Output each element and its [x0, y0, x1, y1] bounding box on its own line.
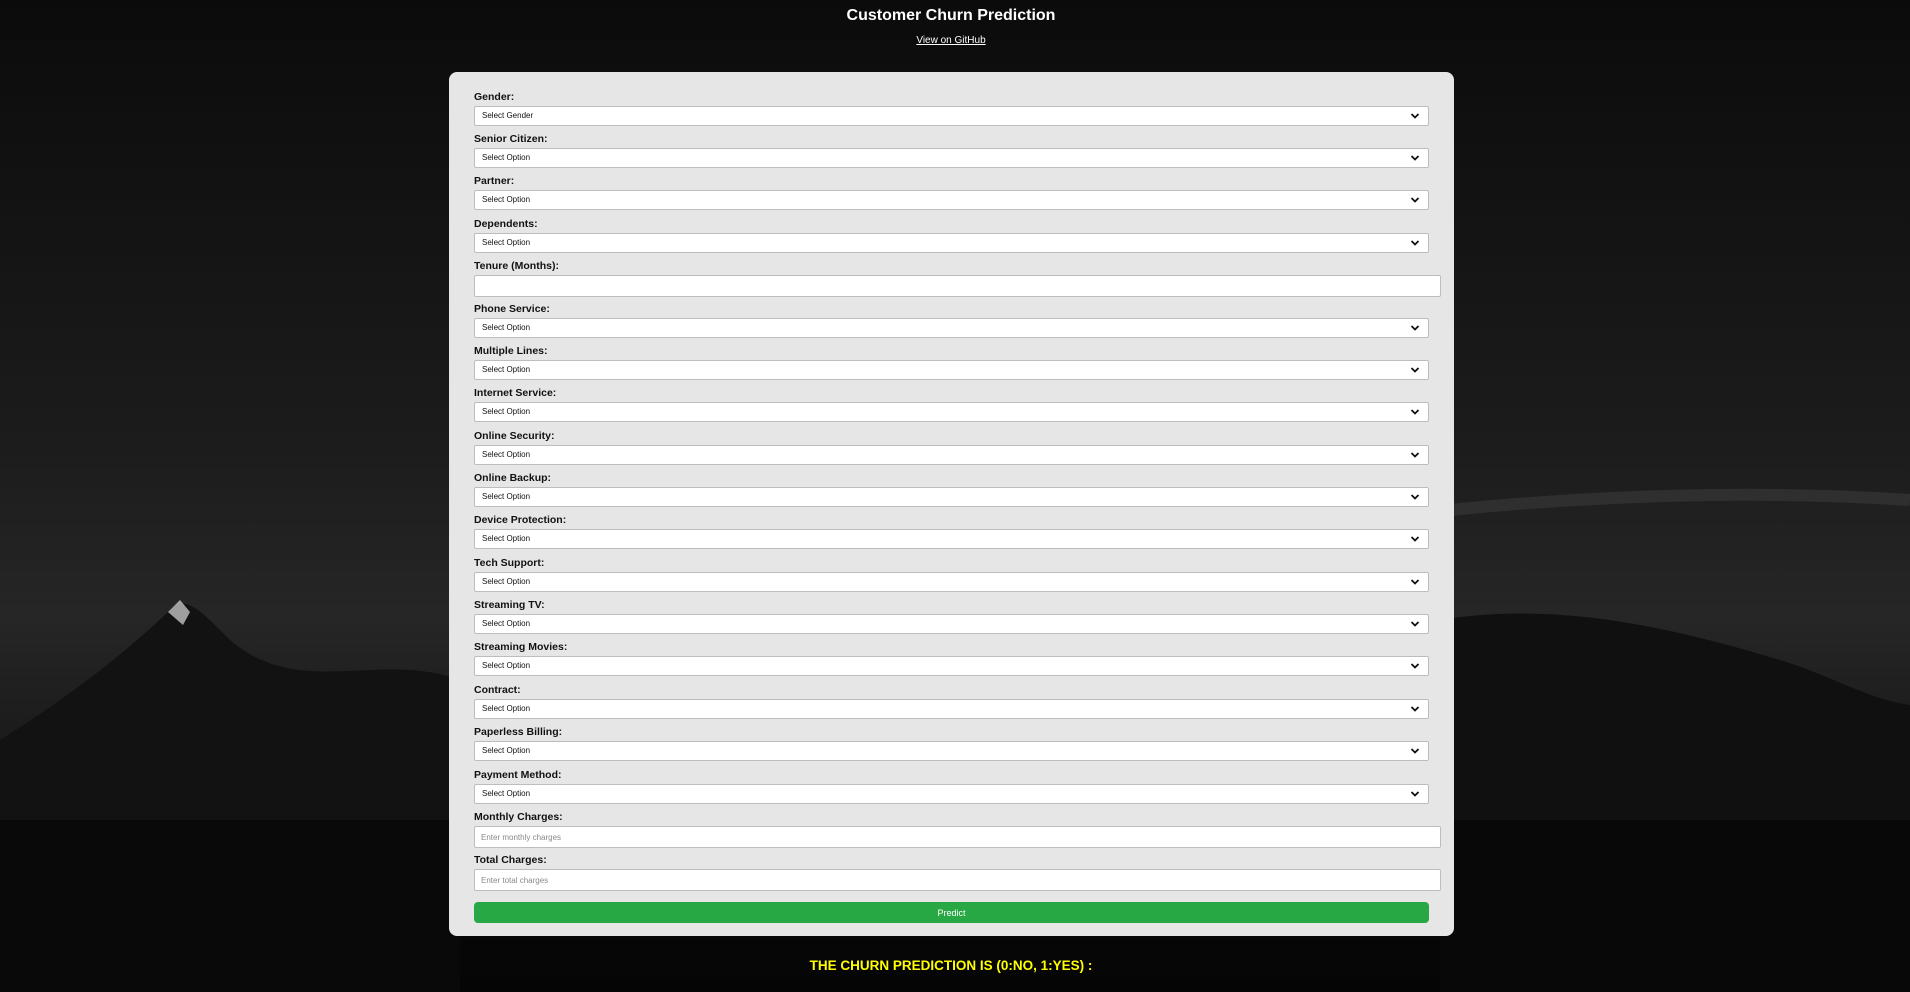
chevron-down-icon — [1410, 706, 1420, 712]
field-internet-service: Internet Service: Select Option — [474, 386, 1429, 422]
field-label: Contract: — [474, 684, 521, 696]
select-value: Select Option — [482, 661, 531, 670]
field-monthly-charges: Monthly Charges: — [474, 810, 1441, 848]
contract-select[interactable]: Select Option — [474, 699, 1429, 719]
multiple-lines-select[interactable]: Select Option — [474, 360, 1429, 380]
chevron-down-icon — [1410, 367, 1420, 373]
streaming-tv-select[interactable]: Select Option — [474, 614, 1429, 634]
dependents-select[interactable]: Select Option — [474, 233, 1429, 253]
field-label: Partner: — [474, 175, 515, 187]
chevron-down-icon — [1410, 409, 1420, 415]
tech-support-select[interactable]: Select Option — [474, 572, 1429, 592]
field-total-charges: Total Charges: — [474, 853, 1441, 891]
field-label: Phone Service: — [474, 303, 550, 315]
payment-method-select[interactable]: Select Option — [474, 784, 1429, 804]
field-label: Internet Service: — [474, 387, 557, 399]
select-value: Select Option — [482, 704, 531, 713]
field-label: Online Security: — [474, 430, 555, 442]
phone-service-select[interactable]: Select Option — [474, 318, 1429, 338]
field-device-protection: Device Protection: Select Option — [474, 513, 1429, 549]
field-label: Dependents: — [474, 218, 538, 230]
field-tech-support: Tech Support: Select Option — [474, 556, 1429, 592]
field-dependents: Dependents: Select Option — [474, 217, 1429, 253]
chevron-down-icon — [1410, 536, 1420, 542]
field-label: Streaming Movies: — [474, 641, 568, 653]
online-backup-select[interactable]: Select Option — [474, 487, 1429, 507]
chevron-down-icon — [1410, 113, 1420, 119]
monthly-charges-input[interactable] — [474, 826, 1441, 848]
field-gender: Gender: Select Gender — [474, 90, 1429, 126]
tenure-months-input[interactable] — [474, 275, 1441, 297]
select-value: Select Option — [482, 195, 531, 204]
chevron-down-icon — [1410, 663, 1420, 669]
select-value: Select Option — [482, 789, 531, 798]
partner-select[interactable]: Select Option — [474, 190, 1429, 210]
select-value: Select Option — [482, 746, 531, 755]
field-payment-method: Payment Method: Select Option — [474, 768, 1429, 804]
field-streaming-movies: Streaming Movies: Select Option — [474, 640, 1429, 676]
chevron-down-icon — [1410, 494, 1420, 500]
field-contract: Contract: Select Option — [474, 683, 1429, 719]
field-label: Senior Citizen: — [474, 133, 548, 145]
chevron-down-icon — [1410, 452, 1420, 458]
chevron-down-icon — [1410, 748, 1420, 754]
predict-button[interactable]: Predict — [474, 902, 1429, 923]
field-label: Monthly Charges: — [474, 811, 563, 823]
prediction-form-card: Gender: Select Gender Senior Citizen: Selec… — [449, 72, 1454, 936]
field-label: Payment Method: — [474, 769, 562, 781]
field-streaming-tv: Streaming TV: Select Option — [474, 598, 1429, 634]
field-multiple-lines: Multiple Lines: Select Option — [474, 344, 1429, 380]
internet-service-select[interactable]: Select Option — [474, 402, 1429, 422]
field-label: Gender: — [474, 91, 515, 103]
select-value: Select Option — [482, 492, 531, 501]
gender-select[interactable]: Select Gender — [474, 106, 1429, 126]
field-label: Paperless Billing: — [474, 726, 563, 738]
total-charges-input[interactable] — [474, 869, 1441, 891]
page-title: Customer Churn Prediction — [846, 7, 1056, 24]
select-value: Select Option — [482, 365, 531, 374]
field-phone-service: Phone Service: Select Option — [474, 302, 1429, 338]
prediction-result-text: THE CHURN PREDICTION IS (0:NO, 1:YES) : — [809, 958, 1093, 973]
select-value: Select Option — [482, 450, 531, 459]
select-value: Select Option — [482, 534, 531, 543]
senior-citizen-select[interactable]: Select Option — [474, 148, 1429, 168]
field-label: Tech Support: — [474, 557, 545, 569]
streaming-movies-select[interactable]: Select Option — [474, 656, 1429, 676]
field-label: Tenure (Months): — [474, 260, 559, 272]
field-online-backup: Online Backup: Select Option — [474, 471, 1429, 507]
chevron-down-icon — [1410, 325, 1420, 331]
github-link[interactable]: View on GitHub — [0, 35, 1902, 46]
field-senior-citizen: Senior Citizen: Select Option — [474, 132, 1429, 168]
select-value: Select Option — [482, 238, 531, 247]
field-partner: Partner: Select Option — [474, 174, 1429, 210]
chevron-down-icon — [1410, 579, 1420, 585]
device-protection-select[interactable]: Select Option — [474, 529, 1429, 549]
chevron-down-icon — [1410, 155, 1420, 161]
field-label: Total Charges: — [474, 854, 547, 866]
field-label: Online Backup: — [474, 472, 552, 484]
field-paperless-billing: Paperless Billing: Select Option — [474, 725, 1429, 761]
field-label: Device Protection: — [474, 514, 567, 526]
field-label: Streaming TV: — [474, 599, 545, 611]
chevron-down-icon — [1410, 197, 1420, 203]
online-security-select[interactable]: Select Option — [474, 445, 1429, 465]
chevron-down-icon — [1410, 621, 1420, 627]
select-value: Select Option — [482, 407, 531, 416]
select-value: Select Gender — [482, 111, 534, 120]
select-value: Select Option — [482, 153, 531, 162]
field-online-security: Online Security: Select Option — [474, 429, 1429, 465]
select-value: Select Option — [482, 619, 531, 628]
field-label: Multiple Lines: — [474, 345, 548, 357]
field-tenure-months: Tenure (Months): — [474, 259, 1441, 297]
chevron-down-icon — [1410, 240, 1420, 246]
select-value: Select Option — [482, 323, 531, 332]
select-value: Select Option — [482, 577, 531, 586]
chevron-down-icon — [1410, 791, 1420, 797]
paperless-billing-select[interactable]: Select Option — [474, 741, 1429, 761]
